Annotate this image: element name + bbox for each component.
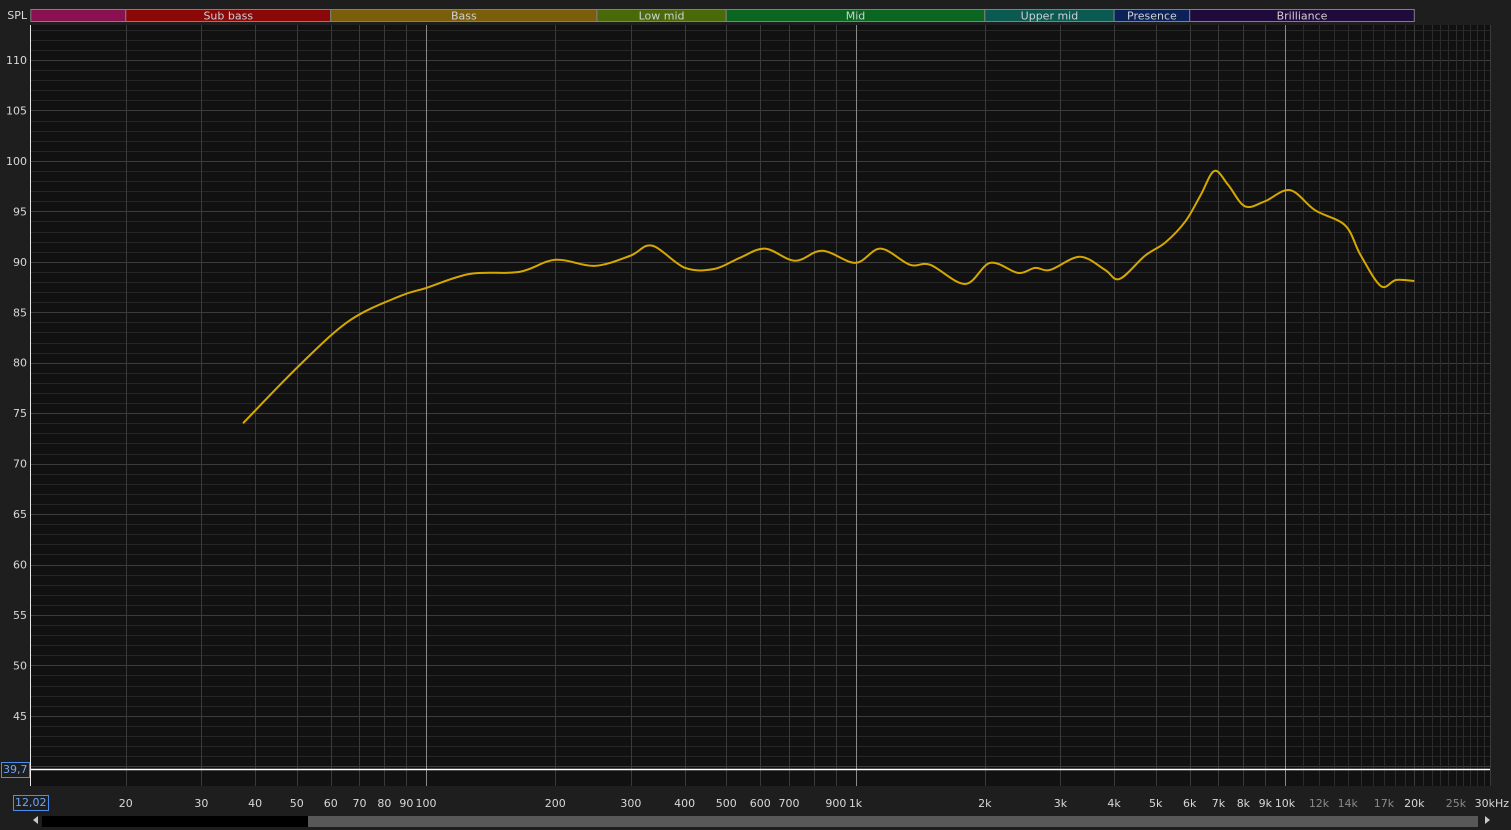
- x-tick-label: 400: [674, 797, 695, 810]
- scroll-right-arrow-icon[interactable]: [1485, 816, 1490, 824]
- y-tick-label: 65: [13, 508, 27, 521]
- y-tick-label: 85: [13, 306, 27, 319]
- band-mid: Mid: [725, 9, 986, 23]
- x-tick-label: 20: [119, 797, 133, 810]
- band-bar: [30, 9, 127, 22]
- x-tick-label: 80: [377, 797, 391, 810]
- x-tick-label: 900: [825, 797, 846, 810]
- band-upper-mid: Upper mid: [984, 9, 1115, 23]
- y-tick-label: 90: [13, 256, 27, 269]
- x-tick-label: 8k: [1237, 797, 1251, 810]
- y-tick-label: 75: [13, 407, 27, 420]
- x-tick-label: 3k: [1054, 797, 1068, 810]
- x-tick-label: 17k: [1374, 797, 1395, 810]
- cursor-x-readout: 12,02: [13, 795, 49, 811]
- y-tick-label: 95: [13, 205, 27, 218]
- frequency-bands: Sub bass Bass Low mid Mid Upper mid Presence B…: [30, 9, 1415, 23]
- x-tick-label: 10k: [1275, 797, 1296, 810]
- band-label: Brilliance: [1277, 10, 1328, 23]
- band-label: Bass: [451, 10, 477, 23]
- x-tick-label: 500: [716, 797, 737, 810]
- x-tick-label: 30kHz: [1475, 797, 1510, 810]
- scroll-left-arrow-icon[interactable]: [33, 816, 38, 824]
- x-tick-label: 30: [194, 797, 208, 810]
- band-label: Mid: [846, 10, 866, 23]
- y-tick-label: 60: [13, 559, 27, 572]
- x-tick-label: 7k: [1212, 797, 1226, 810]
- scrollbar-thumb[interactable]: [42, 816, 308, 827]
- x-tick-label: 6k: [1183, 797, 1197, 810]
- x-tick-label: 60: [324, 797, 338, 810]
- band-presence: Presence: [1113, 9, 1191, 23]
- spl-chart[interactable]: Sub bass Bass Low mid Mid Upper mid Presence B…: [0, 0, 1511, 830]
- y-tick-label: 50: [13, 659, 27, 672]
- x-tick-label: 90: [399, 797, 413, 810]
- x-tick-label: 4k: [1107, 797, 1121, 810]
- band-infrasonic: [30, 9, 127, 22]
- y-tick-label: 70: [13, 458, 27, 471]
- y-tick-label: 100: [6, 155, 27, 168]
- y-axis-ticks: 110 105 100 95 90 85 80 75 70 65 60 55 50 45: [6, 54, 27, 723]
- x-tick-label: 12k: [1309, 797, 1330, 810]
- y-tick-label: 80: [13, 357, 27, 370]
- x-tick-label: 2k: [978, 797, 992, 810]
- band-brilliance: Brilliance: [1189, 9, 1415, 23]
- horizontal-scrollbar[interactable]: [32, 815, 1492, 828]
- x-tick-label: 700: [778, 797, 799, 810]
- band-label: Presence: [1127, 10, 1177, 23]
- band-bass: Bass: [330, 9, 598, 23]
- x-axis-ticks: 20 30 40 50 60 70 80 90 100 200 300 400 500 600 700 900…: [119, 797, 1509, 810]
- x-tick-label: 25k: [1446, 797, 1467, 810]
- y-tick-label: 105: [6, 104, 27, 117]
- band-label: Sub bass: [203, 10, 253, 23]
- band-label: Low mid: [639, 10, 685, 23]
- x-tick-label: 100: [416, 797, 437, 810]
- x-tick-label: 40: [248, 797, 262, 810]
- y-axis-label: SPL: [7, 9, 28, 22]
- x-tick-label: 5k: [1149, 797, 1163, 810]
- x-tick-label: 14k: [1338, 797, 1359, 810]
- y-tick-label: 55: [13, 609, 27, 622]
- x-tick-label: 300: [620, 797, 641, 810]
- x-tick-label: 9k: [1259, 797, 1273, 810]
- band-low-mid: Low mid: [596, 9, 727, 23]
- y-tick-label: 110: [6, 54, 27, 67]
- band-label: Upper mid: [1021, 10, 1079, 23]
- cursor-y-readout: 39,7: [1, 762, 30, 778]
- x-tick-label: 600: [750, 797, 771, 810]
- x-tick-label: 20k: [1404, 797, 1425, 810]
- band-sub-bass: Sub bass: [125, 9, 332, 23]
- x-tick-label: 70: [352, 797, 366, 810]
- x-tick-label: 50: [290, 797, 304, 810]
- y-tick-label: 45: [13, 710, 27, 723]
- x-tick-label: 200: [545, 797, 566, 810]
- x-tick-label: 1k: [849, 797, 863, 810]
